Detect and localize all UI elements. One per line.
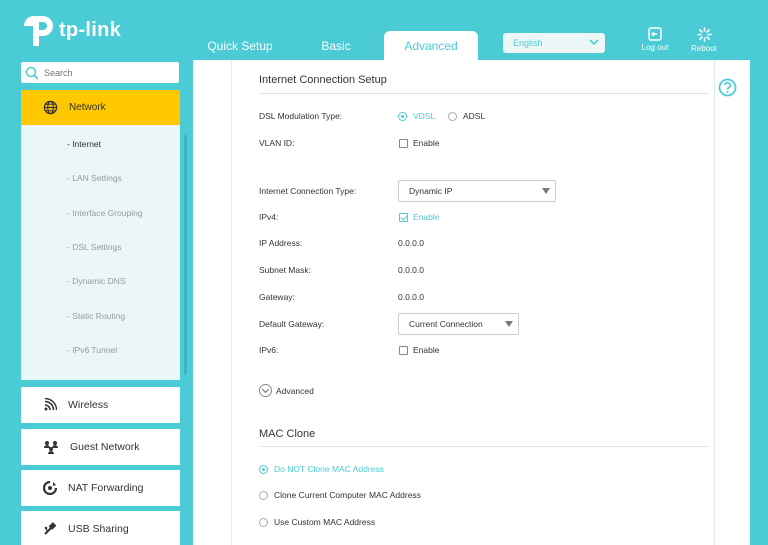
sidebar-scrollbar[interactable] <box>184 135 187 375</box>
dsl-modulation-label: DSL Modulation Type: <box>259 111 343 121</box>
network-submenu: - Internet - LAN Settings - Interface Gr… <box>21 127 180 367</box>
sidebar-item-network[interactable]: Network <box>21 90 180 125</box>
tab-quick-setup[interactable]: Quick Setup <box>200 31 280 60</box>
logout-icon <box>648 27 662 41</box>
radio-dot <box>448 111 457 121</box>
sidebar-item-usb-sharing[interactable]: USB Sharing <box>21 511 180 545</box>
radio-custom-mac[interactable]: Use Custom MAC Address <box>259 517 375 527</box>
mac-clone-title: MAC Clone <box>259 428 316 440</box>
subnet-mask-value: 0.0.0.0 <box>398 265 424 275</box>
radio-adsl-label: ADSL <box>463 111 486 121</box>
ipv4-enable-label: Enable <box>413 212 440 222</box>
sidebar-search <box>21 62 179 83</box>
ipv6-enable-label: Enable <box>413 345 440 355</box>
nat-icon <box>43 481 57 495</box>
sidebar-item-nat-forwarding[interactable]: NAT Forwarding <box>21 470 180 506</box>
radio-no-clone-mac-label: Do NOT Clone MAC Address <box>274 464 384 474</box>
wifi-icon <box>44 398 57 411</box>
ip-address-value: 0.0.0.0 <box>398 238 424 248</box>
submenu-interface-grouping[interactable]: - Interface Grouping <box>21 196 180 230</box>
ipv6-enable-checkbox[interactable]: Enable <box>399 345 439 355</box>
radio-dot <box>259 464 268 474</box>
radio-dot <box>398 111 407 121</box>
search-input[interactable] <box>44 67 164 78</box>
default-gateway-value: Current Connection <box>409 319 483 329</box>
advanced-toggle-label: Advanced <box>276 385 314 396</box>
gateway-value: 0.0.0.0 <box>398 292 424 302</box>
submenu-lan-settings[interactable]: - LAN Settings <box>21 161 180 195</box>
help-icon[interactable] <box>718 78 737 97</box>
submenu-dynamic-dns[interactable]: - Dynamic DNS <box>21 264 180 298</box>
chevron-down-icon <box>589 39 599 46</box>
submenu-dsl-settings[interactable]: - DSL Settings <box>21 230 180 264</box>
vlan-enable-label: Enable <box>413 138 440 148</box>
sidebar-item-network-label: Network <box>69 102 106 113</box>
radio-no-clone-mac[interactable]: Do NOT Clone MAC Address <box>259 464 384 474</box>
sidebar-item-guest-network-label: Guest Network <box>70 441 140 453</box>
radio-dot <box>259 490 268 500</box>
advanced-toggle[interactable]: Advanced <box>259 384 314 397</box>
ipv4-label: IPv4: <box>259 212 279 222</box>
sidebar-item-wireless[interactable]: Wireless <box>21 387 180 423</box>
logo-text: tp-link <box>59 18 122 41</box>
sidebar-item-wireless-label: Wireless <box>68 399 109 411</box>
radio-dot <box>259 517 268 527</box>
ipv6-label: IPv6: <box>259 345 279 355</box>
reboot-icon <box>696 27 712 42</box>
language-value: English <box>513 38 543 48</box>
radio-vdsl[interactable]: VDSL <box>398 111 435 121</box>
radio-clone-computer-mac[interactable]: Clone Current Computer MAC Address <box>259 490 421 500</box>
dropdown-arrow-icon <box>542 188 550 194</box>
checkbox-box <box>399 345 408 355</box>
ip-address-label: IP Address: <box>259 238 303 248</box>
logout-label: Log out <box>641 43 669 52</box>
search-icon[interactable] <box>25 66 39 80</box>
radio-clone-computer-mac-label: Clone Current Computer MAC Address <box>274 490 421 500</box>
checkbox-box <box>399 212 408 222</box>
ipv4-enable-checkbox[interactable]: Enable <box>399 212 439 222</box>
tab-basic[interactable]: Basic <box>300 31 372 60</box>
tp-link-logo: tp-link <box>20 12 121 48</box>
submenu-internet[interactable]: - Internet <box>21 127 180 161</box>
logout-button[interactable]: Log out <box>635 27 675 52</box>
guests-icon <box>44 441 58 454</box>
default-gateway-select[interactable]: Current Connection <box>398 313 519 335</box>
section-divider <box>259 93 709 94</box>
radio-vdsl-label: VDSL <box>413 111 436 121</box>
gateway-label: Gateway: <box>259 292 295 302</box>
globe-icon <box>43 100 58 115</box>
reboot-label: Reboot <box>691 44 717 53</box>
connection-type-label: Internet Connection Type: <box>259 186 357 196</box>
tab-advanced[interactable]: Advanced <box>384 31 478 60</box>
dropdown-arrow-icon <box>505 321 513 327</box>
tp-link-logo-icon <box>23 16 53 46</box>
vlan-id-label: VLAN ID: <box>259 138 295 148</box>
radio-custom-mac-label: Use Custom MAC Address <box>274 517 376 527</box>
reboot-button[interactable]: Reboot <box>684 27 724 53</box>
subnet-mask-label: Subnet Mask: <box>259 265 311 275</box>
usb-icon <box>44 522 57 535</box>
internet-section-title: Internet Connection Setup <box>259 74 387 86</box>
default-gateway-label: Default Gateway: <box>259 319 325 329</box>
section-divider <box>259 446 709 447</box>
connection-type-select[interactable]: Dynamic IP <box>398 180 556 202</box>
submenu-ipv6-tunnel[interactable]: - IPv6 Tunnel <box>21 333 180 367</box>
vlan-enable-checkbox[interactable]: Enable <box>399 138 439 148</box>
sidebar-item-nat-forwarding-label: NAT Forwarding <box>68 482 144 494</box>
connection-type-value: Dynamic IP <box>409 186 453 196</box>
sidebar-item-usb-sharing-label: USB Sharing <box>68 523 129 535</box>
checkbox-box <box>399 138 408 148</box>
sidebar-item-guest-network[interactable]: Guest Network <box>21 429 180 465</box>
sidebar-network-panel: Network - Internet - LAN Settings - Inte… <box>21 90 180 380</box>
submenu-static-routing[interactable]: - Static Routing <box>21 298 180 332</box>
language-select[interactable]: English <box>503 33 605 53</box>
chevron-down-circle-icon <box>259 384 272 397</box>
radio-adsl[interactable]: ADSL <box>448 111 485 121</box>
